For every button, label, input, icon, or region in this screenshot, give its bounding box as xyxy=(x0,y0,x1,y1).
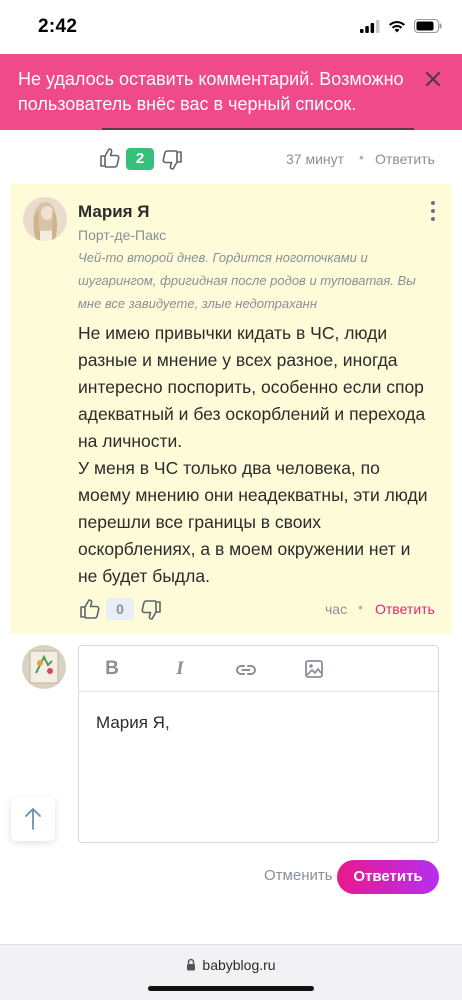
author-city: Порт-де-Пакс xyxy=(78,227,167,243)
comment-time: час xyxy=(325,601,348,617)
separator-dot: • xyxy=(358,599,363,615)
browser-url-bar[interactable]: babyblog.ru xyxy=(0,944,462,1000)
signal-icon xyxy=(360,19,380,33)
comment-body: Не имею привычки кидать в ЧС, люди разны… xyxy=(78,320,432,590)
status-time: 2:42 xyxy=(38,16,78,37)
battery-icon xyxy=(414,19,442,33)
status-bar: 2:42 xyxy=(0,0,462,54)
link-icon[interactable] xyxy=(235,659,257,681)
submit-reply-button[interactable]: Ответить xyxy=(337,860,439,894)
reply-link[interactable]: Ответить xyxy=(375,151,435,167)
url-display: babyblog.ru xyxy=(0,957,462,973)
reply-link[interactable]: Ответить xyxy=(375,601,435,617)
thumbs-down-icon[interactable] xyxy=(160,148,184,172)
status-icons xyxy=(360,18,442,34)
thumbs-down-icon[interactable] xyxy=(139,598,163,622)
error-message: Не удалось оставить комментарий. Возможн… xyxy=(18,69,404,114)
cancel-button[interactable]: Отменить xyxy=(264,867,333,884)
comment-card: Мария Я Порт-де-Пакс Чей-то второй днев.… xyxy=(10,184,452,634)
bold-button[interactable]: B xyxy=(104,658,120,680)
author-name[interactable]: Мария Я xyxy=(78,202,150,222)
close-icon[interactable] xyxy=(424,70,442,88)
comment-paragraph: Не имею привычки кидать в ЧС, люди разны… xyxy=(78,323,426,451)
arrow-up-icon xyxy=(25,808,41,830)
thumbs-up-icon[interactable] xyxy=(98,146,122,170)
wifi-icon xyxy=(389,20,405,32)
avatar[interactable] xyxy=(23,197,67,241)
home-indicator xyxy=(148,986,314,991)
image-icon[interactable] xyxy=(304,658,324,680)
lock-icon xyxy=(187,958,196,971)
url-text: babyblog.ru xyxy=(202,957,276,973)
editor-toolbar: B I xyxy=(79,646,438,692)
error-banner: Не удалось оставить комментарий. Возможн… xyxy=(0,54,462,130)
more-options-icon[interactable] xyxy=(428,200,438,222)
current-user-avatar[interactable] xyxy=(22,645,66,689)
comment-paragraph: У меня в ЧС только два человека, по моем… xyxy=(78,458,428,586)
thumbs-up-icon[interactable] xyxy=(78,597,102,621)
editor-text[interactable]: Мария Я, xyxy=(96,713,170,733)
italic-button[interactable]: I xyxy=(173,658,187,680)
previous-comment-vote-row: 2 37 минут • Ответить xyxy=(0,144,462,174)
divider xyxy=(102,128,414,130)
scroll-to-top-button[interactable] xyxy=(11,797,55,841)
vote-count: 2 xyxy=(126,148,154,170)
separator-dot: • xyxy=(359,149,364,165)
author-status: Чей-то второй днев. Гордится ноготочками… xyxy=(78,250,416,311)
comment-editor[interactable]: B I Мария Я, xyxy=(78,645,439,843)
vote-count: 0 xyxy=(106,598,134,620)
comment-time: 37 минут xyxy=(286,151,345,167)
